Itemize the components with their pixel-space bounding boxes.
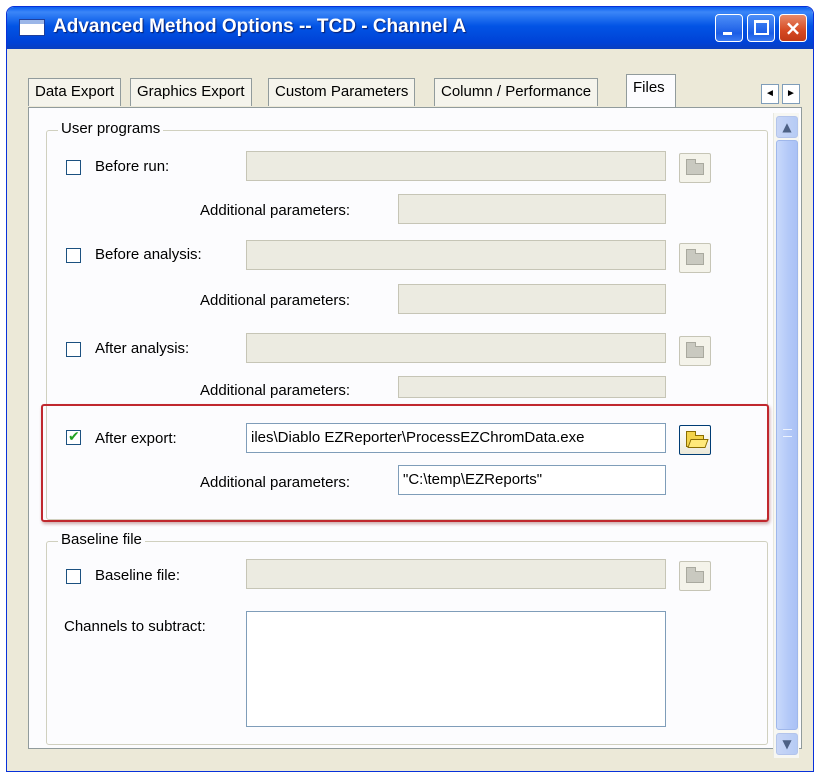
minimize-button[interactable] xyxy=(715,14,743,42)
baseline-file-path-field[interactable] xyxy=(246,559,666,589)
before-analysis-params-label: Additional parameters: xyxy=(200,292,351,309)
maximize-icon xyxy=(754,20,769,35)
before-run-path-field[interactable] xyxy=(246,151,666,181)
tab-scroll-right-button[interactable]: ► xyxy=(782,84,800,104)
scroll-down-button[interactable]: ▼ xyxy=(776,733,798,755)
tab-scroll-left-button[interactable]: ◄ xyxy=(761,84,779,104)
after-analysis-params-label: Additional parameters: xyxy=(200,382,351,399)
title-bar[interactable]: Advanced Method Options -- TCD - Channel… xyxy=(7,7,813,49)
before-run-browse-button[interactable] xyxy=(679,153,711,183)
before-analysis-path-field[interactable] xyxy=(246,240,666,270)
tab-files[interactable]: Files xyxy=(626,74,676,107)
before-analysis-browse-button[interactable] xyxy=(679,243,711,273)
after-analysis-browse-button[interactable] xyxy=(679,336,711,366)
close-icon: × xyxy=(784,16,802,40)
scroll-thumb[interactable] xyxy=(776,140,798,730)
window-icon xyxy=(19,19,45,36)
folder-icon xyxy=(686,159,704,175)
folder-icon xyxy=(686,342,704,358)
after-analysis-checkbox[interactable] xyxy=(66,342,81,357)
folder-icon xyxy=(686,567,704,583)
tab-custom-parameters[interactable]: Custom Parameters xyxy=(268,78,416,106)
baseline-file-checkbox[interactable] xyxy=(66,569,81,584)
channels-to-subtract-list[interactable] xyxy=(246,611,666,727)
baseline-file-browse-button[interactable] xyxy=(679,561,711,591)
after-analysis-params-field[interactable] xyxy=(398,376,666,398)
before-run-label: Before run: xyxy=(95,158,170,175)
window-title: Advanced Method Options -- TCD - Channel… xyxy=(53,16,467,37)
before-run-params-label: Additional parameters: xyxy=(200,202,351,219)
before-run-params-field[interactable] xyxy=(398,194,666,224)
after-analysis-path-field[interactable] xyxy=(246,333,666,363)
grip-icon xyxy=(783,429,792,437)
red-highlight-box xyxy=(41,404,769,522)
folder-icon xyxy=(686,249,704,265)
before-analysis-label: Before analysis: xyxy=(95,246,202,263)
channels-to-subtract-label: Channels to subtract: xyxy=(64,618,206,635)
maximize-button[interactable] xyxy=(747,14,775,42)
vertical-scrollbar[interactable]: ▲ ▼ xyxy=(773,113,799,758)
tab-data-export[interactable]: Data Export xyxy=(28,78,122,106)
minimize-icon xyxy=(723,32,732,35)
before-analysis-params-field[interactable] xyxy=(398,284,666,314)
baseline-file-label: Baseline file: xyxy=(95,567,181,584)
after-analysis-label: After analysis: xyxy=(95,340,190,357)
tab-graphics-export[interactable]: Graphics Export xyxy=(130,78,252,106)
close-button[interactable]: × xyxy=(779,14,807,42)
before-analysis-checkbox[interactable] xyxy=(66,248,81,263)
tab-column-performance[interactable]: Column / Performance xyxy=(434,78,599,106)
before-run-checkbox[interactable] xyxy=(66,160,81,175)
baseline-file-group-label: Baseline file xyxy=(58,531,145,548)
scroll-up-button[interactable]: ▲ xyxy=(776,116,798,138)
user-programs-label: User programs xyxy=(58,120,164,137)
